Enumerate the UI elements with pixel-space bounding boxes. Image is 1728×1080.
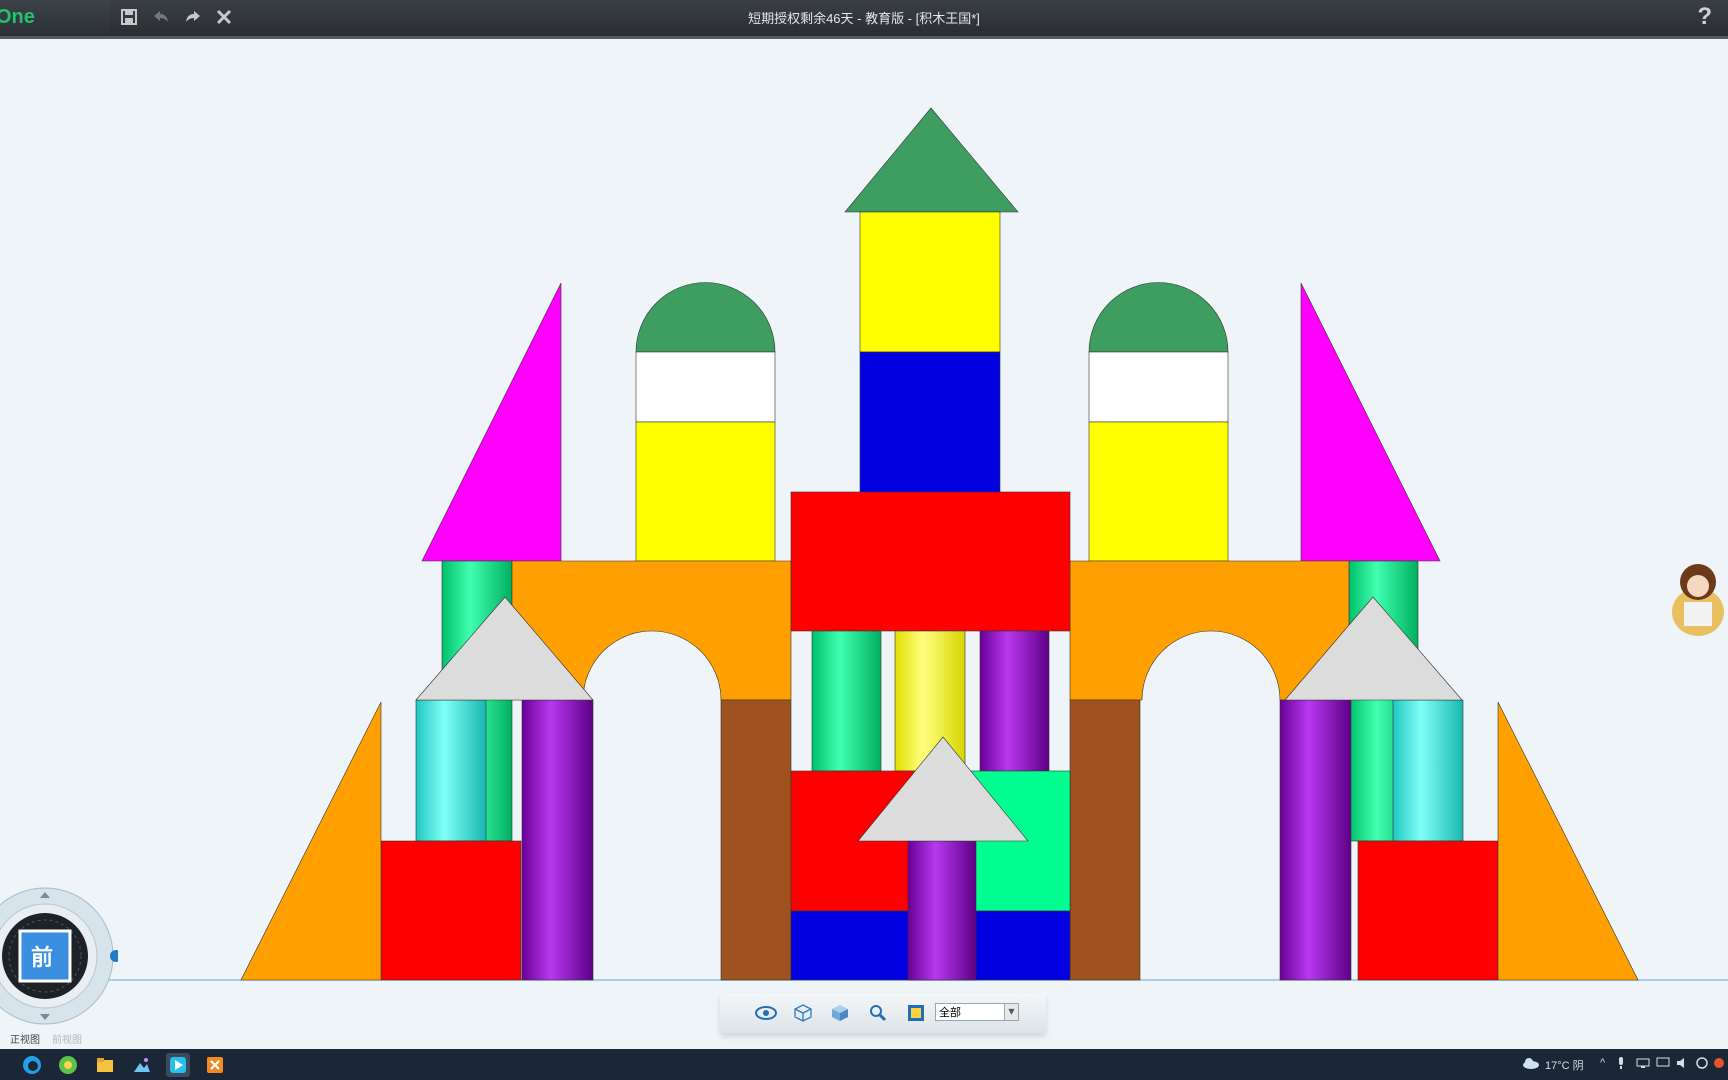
view-toolbar: 全部 ▼	[720, 993, 1046, 1033]
settings-icon[interactable]	[1696, 1057, 1708, 1072]
display-icon[interactable]	[1656, 1057, 1670, 1072]
orange-triangle-left	[240, 701, 382, 981]
assistant-mascot[interactable]	[1660, 552, 1728, 642]
view-face-label[interactable]: 前	[31, 940, 53, 972]
app-icon[interactable]	[203, 1053, 227, 1077]
blue-block-top	[859, 351, 1001, 493]
magenta-triangle-right	[1300, 282, 1441, 562]
taskbar: 17°C 阴 ^	[0, 1049, 1728, 1080]
purple-cylinder-right	[1279, 699, 1352, 981]
brown-pillar-left	[720, 699, 792, 981]
network-icon[interactable]	[1636, 1057, 1650, 1072]
3done-icon[interactable]	[166, 1053, 190, 1077]
yellow-block-left	[635, 421, 776, 562]
purple-cylinder-bottom-center	[907, 840, 977, 981]
cloud-icon	[1522, 1057, 1540, 1072]
red-block-left	[380, 840, 522, 981]
green-dome-left	[635, 282, 776, 353]
yellow-cylinder-center	[894, 630, 966, 772]
cyan-cylinder-right	[1392, 699, 1464, 842]
yellow-block-top	[859, 211, 1001, 353]
eye-icon[interactable]	[754, 1001, 778, 1025]
undo-icon[interactable]	[148, 4, 174, 30]
display-mode-icon[interactable]	[904, 1001, 928, 1025]
red-block-center	[790, 491, 1071, 632]
app-logo: One	[0, 6, 35, 28]
close-icon[interactable]	[211, 4, 237, 30]
white-block-right	[1088, 351, 1229, 423]
model-canvas[interactable]	[0, 39, 1728, 1049]
weather-text[interactable]: 17°C 阴	[1545, 1057, 1584, 1073]
window-title: 短期授权剩余46天 - 教育版 - [积木王国*]	[748, 11, 980, 26]
magenta-triangle-left	[421, 282, 562, 562]
block-castle-model[interactable]	[0, 39, 1728, 1049]
white-block-left	[635, 351, 776, 423]
red-block-right	[1357, 840, 1499, 981]
edge-icon[interactable]	[20, 1053, 44, 1077]
redo-icon[interactable]	[180, 4, 206, 30]
green-dome-right	[1088, 282, 1229, 353]
view-navigator[interactable]	[0, 884, 122, 1034]
green-roof-center	[844, 107, 1019, 213]
purple-cylinder-left	[521, 699, 594, 981]
view-label-front[interactable]: 正视图	[10, 1031, 40, 1046]
cube-outline-icon[interactable]	[791, 1001, 815, 1025]
photos-icon[interactable]	[130, 1053, 154, 1077]
zoom-icon[interactable]	[866, 1001, 890, 1025]
volume-icon[interactable]	[1676, 1057, 1690, 1072]
browser-icon[interactable]	[56, 1053, 80, 1077]
tray-chevron-up-icon[interactable]: ^	[1600, 1057, 1605, 1069]
title-bar: One 短期授权剩余46天 - 教育版 - [积木王国*] ?	[0, 0, 1728, 39]
help-icon[interactable]: ?	[1697, 3, 1712, 31]
cube-solid-icon[interactable]	[828, 1001, 852, 1025]
yellow-block-right	[1088, 421, 1229, 562]
orange-triangle-right	[1497, 701, 1639, 981]
view-label-perspective[interactable]: 前视图	[52, 1031, 82, 1046]
file-explorer-icon[interactable]	[93, 1053, 117, 1077]
filter-select-value: 全部	[939, 1006, 961, 1019]
mint-cylinder-center	[811, 630, 882, 772]
filter-select[interactable]: 全部 ▼	[935, 1003, 1019, 1021]
brown-pillar-right	[1069, 699, 1141, 981]
purple-cylinder-center	[979, 630, 1050, 772]
microphone-icon[interactable]	[1616, 1057, 1626, 1072]
notification-icon[interactable]	[1713, 1057, 1725, 1072]
chevron-down-icon[interactable]: ▼	[1004, 1004, 1018, 1020]
save-icon[interactable]	[116, 4, 142, 30]
cyan-cylinder-left	[415, 699, 487, 842]
